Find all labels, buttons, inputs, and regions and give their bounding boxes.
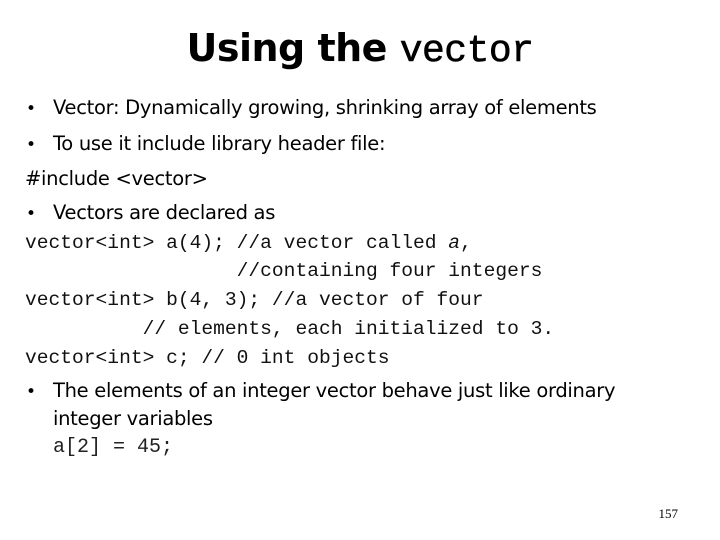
bullet-icon: • — [26, 135, 36, 155]
code-italic-var: a — [448, 232, 461, 254]
code-text: vector<int> a(4); //a vector called — [25, 232, 449, 254]
code-line: vector<int> c; // 0 int objects — [25, 347, 390, 369]
bullet-icon: • — [26, 204, 36, 224]
bullet-include-header: • To use it include library header file: — [26, 132, 386, 155]
code-text: , — [460, 232, 472, 254]
include-directive: #include <vector> — [25, 167, 208, 190]
title-text: Using the — [186, 26, 400, 70]
bullet-vector-definition: • Vector: Dynamically growing, shrinking … — [26, 96, 597, 119]
code-line: vector<int> b(4, 3); //a vector of four — [25, 289, 484, 311]
bullet-text: To use it include library header file: — [53, 132, 386, 155]
code-line: vector<int> a(4); //a vector called a, — [25, 232, 472, 254]
bullet-elements-behave: • The elements of an integer vector behav… — [26, 379, 616, 402]
code-line: // elements, each initialized to 3. — [25, 318, 555, 340]
page-number: 157 — [658, 506, 679, 521]
bullet-text: The elements of an integer vector behave… — [53, 379, 616, 402]
bullet-icon: • — [26, 99, 36, 119]
bullet-icon: • — [26, 382, 36, 402]
title-code: vector — [399, 30, 534, 74]
slide-title: Using the vector — [0, 26, 720, 73]
example-code: a[2] = 45; — [53, 436, 174, 459]
code-line: //containing four integers — [25, 260, 543, 282]
bullet-continuation: integer variables — [53, 407, 213, 430]
bullet-text: Vectors are declared as — [53, 201, 276, 224]
bullet-text: Vector: Dynamically growing, shrinking a… — [53, 96, 597, 119]
bullet-declared-as: • Vectors are declared as — [26, 201, 275, 224]
